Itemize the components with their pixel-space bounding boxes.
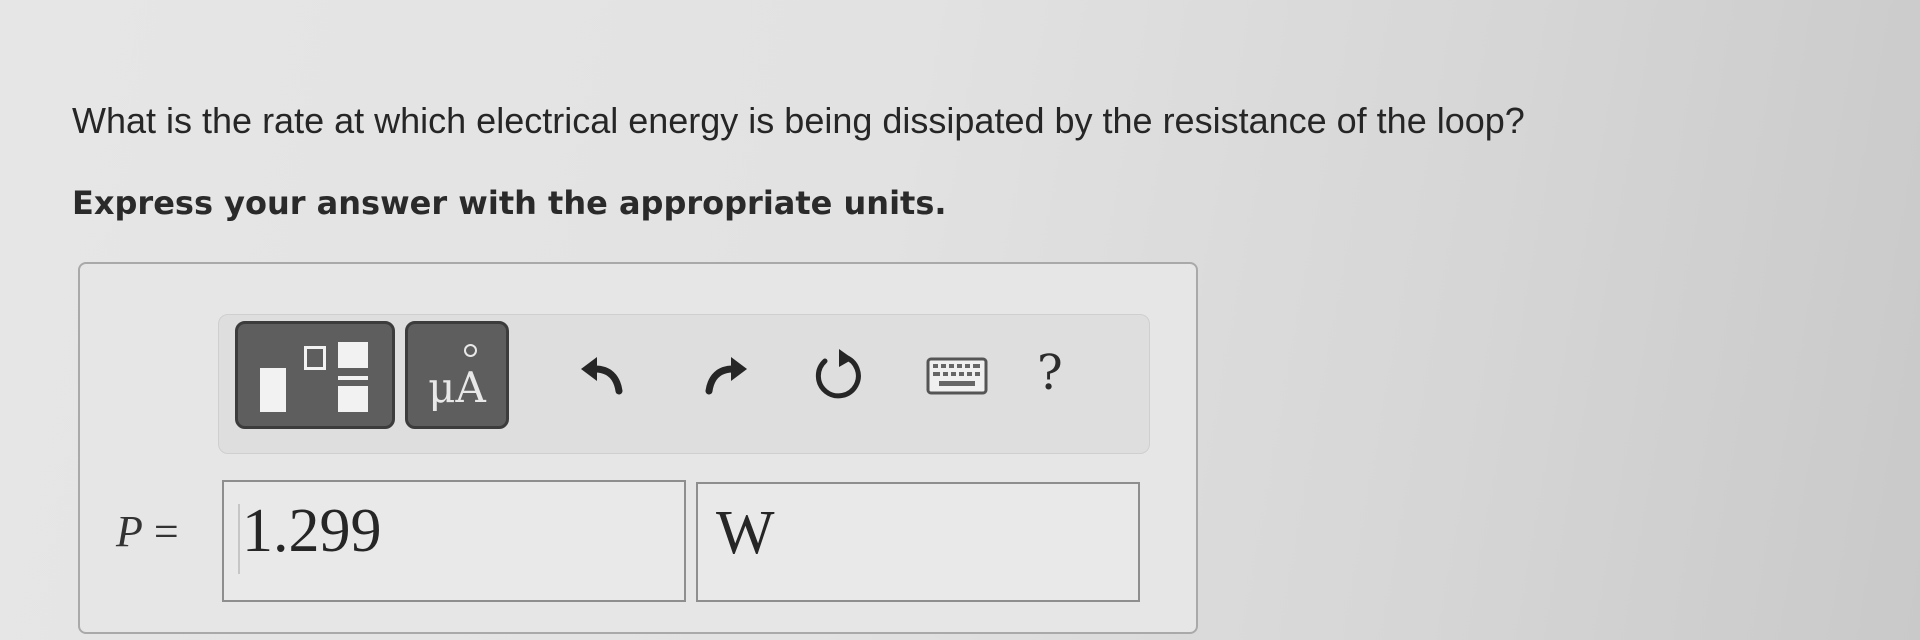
question-prompt: What is the rate at which electrical ene… (72, 100, 1525, 141)
undo-arrow-icon[interactable] (575, 347, 631, 403)
units-button-label: μA (428, 363, 486, 412)
value-input[interactable]: 1.299 (222, 480, 686, 602)
equals-sign: = (153, 507, 179, 556)
units-input[interactable]: W (696, 482, 1140, 602)
units-ring-mark (464, 344, 477, 357)
reset-icon[interactable] (809, 347, 865, 403)
units-button[interactable]: μA (405, 321, 509, 429)
math-toolbar: μA ? (218, 314, 1150, 454)
help-button[interactable]: ? (1037, 345, 1063, 401)
answer-instruction: Express your answer with the appropriate… (72, 184, 947, 222)
keyboard-icon[interactable] (925, 347, 989, 403)
variable-name: P (116, 507, 143, 556)
templates-button[interactable] (235, 321, 395, 429)
answer-panel: μA ? P = 1.299 W (78, 262, 1198, 634)
redo-arrow-icon[interactable] (697, 347, 753, 403)
variable-label: P = (116, 506, 179, 557)
